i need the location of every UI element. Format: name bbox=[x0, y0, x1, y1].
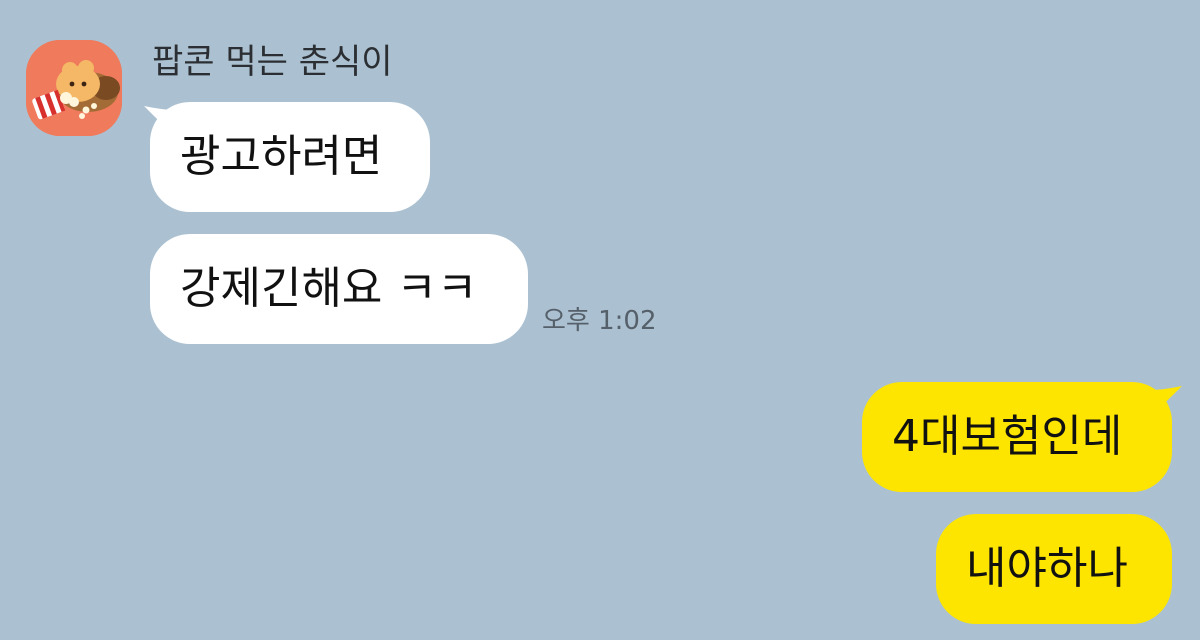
popcorn-character-icon bbox=[26, 40, 122, 136]
message-timestamp: 오후 1:02 bbox=[542, 306, 657, 336]
chat-room: 팝콘 먹는 춘식이 광고하려면 강제긴해요 ㅋㅋ 오후 1:02 4대보험인데 … bbox=[0, 0, 1200, 640]
sender-avatar[interactable] bbox=[26, 40, 122, 136]
outgoing-message-bubble[interactable]: 내야하나 bbox=[936, 514, 1172, 624]
incoming-message-bubble[interactable]: 광고하려면 bbox=[150, 102, 430, 212]
incoming-message-bubble[interactable]: 강제긴해요 ㅋㅋ bbox=[150, 234, 528, 344]
outgoing-message-bubble[interactable]: 4대보험인데 bbox=[862, 382, 1172, 492]
sender-name: 팝콘 먹는 춘식이 bbox=[152, 42, 393, 82]
